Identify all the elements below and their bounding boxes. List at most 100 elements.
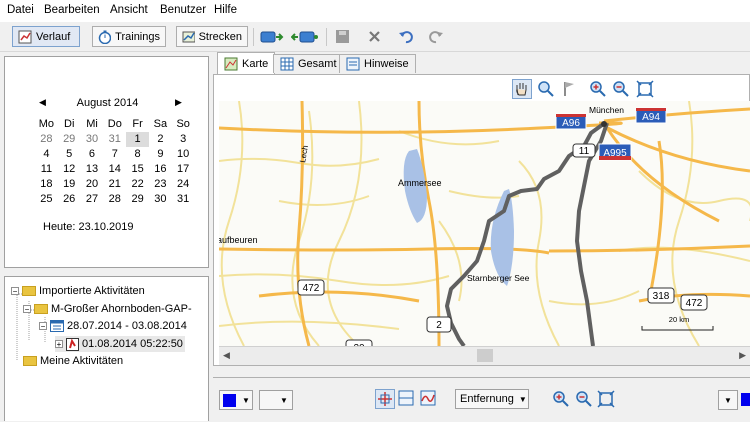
collapse-icon[interactable]: − (39, 322, 47, 331)
calendar-day[interactable]: 21 (103, 177, 126, 192)
calendar-today[interactable]: Heute: 23.10.2019 (43, 221, 134, 233)
scroll-left-arrow-icon[interactable]: ◀ (223, 350, 230, 361)
expand-icon[interactable]: + (55, 340, 63, 349)
scrollbar-thumb[interactable] (477, 349, 493, 362)
chevron-down-icon: ▼ (280, 395, 288, 405)
calendar-day[interactable]: 16 (149, 162, 172, 177)
label-munich: München (589, 105, 624, 115)
calendar-day[interactable]: 22 (126, 177, 149, 192)
next-month-arrow-icon[interactable]: ▶ (175, 97, 182, 108)
tab-gesamt-label: Gesamt (298, 58, 337, 70)
calendar-day[interactable]: 12 (58, 162, 81, 177)
calendar-day[interactable]: 27 (81, 192, 104, 207)
menu-ansicht[interactable]: Ansicht (110, 4, 148, 16)
tree-activity-row[interactable]: + 01.08.2014 05:22:50 (55, 336, 185, 352)
tab-hinweise[interactable]: Hinweise (339, 54, 416, 73)
calendar-day[interactable]: 13 (81, 162, 104, 177)
menu-benutzer[interactable]: Benutzer (160, 4, 206, 16)
calendar-day[interactable]: 17 (172, 162, 195, 177)
calendar-day[interactable]: 29 (126, 192, 149, 207)
calendar-day[interactable]: 7 (103, 147, 126, 162)
zoom-select-icon[interactable] (537, 80, 555, 98)
color-swatch-right[interactable] (741, 393, 750, 406)
chart-split-icon[interactable] (397, 389, 415, 407)
map-icon (224, 57, 238, 70)
scroll-right-arrow-icon[interactable]: ▶ (739, 350, 746, 361)
tab-gesamt[interactable]: Gesamt (273, 54, 344, 73)
chart-cursor-icon[interactable] (375, 389, 395, 409)
tree-folder-row[interactable]: − M-Großer Ahornboden-GAP- (23, 301, 192, 317)
calendar-day[interactable]: 28 (103, 192, 126, 207)
tree-activity-label: 01.08.2014 05:22:50 (82, 338, 183, 350)
trainings-button[interactable]: Trainings (92, 26, 166, 47)
calendar-day[interactable]: 14 (103, 162, 126, 177)
calendar-day[interactable]: 29 (58, 132, 81, 147)
pan-hand-icon[interactable] (512, 79, 532, 99)
calendar-week-row: 4 5 6 7 8 9 10 (35, 147, 195, 162)
calendar-day[interactable]: 10 (172, 147, 195, 162)
collapse-icon[interactable]: − (23, 305, 31, 314)
calendar-day[interactable]: 30 (149, 192, 172, 207)
map-svg: A96 A94 A995 11 472 472 318 2 Ammersee S… (219, 101, 750, 346)
fit-to-route-icon[interactable] (636, 80, 654, 98)
calendar-day[interactable]: 11 (35, 162, 58, 177)
tree-week-row[interactable]: − 28.07.2014 - 03.08.2014 (39, 318, 187, 334)
calendar-day[interactable]: 28 (35, 132, 58, 147)
calendar-day[interactable]: 5 (58, 147, 81, 162)
calendar-day[interactable]: 26 (58, 192, 81, 207)
calendar-day[interactable]: 3 (172, 132, 195, 147)
zoom-out-icon[interactable] (612, 80, 630, 98)
save-icon[interactable] (334, 28, 352, 45)
tab-karte[interactable]: Karte (217, 52, 276, 74)
calendar-day[interactable]: 20 (81, 177, 104, 192)
device-download-icon[interactable] (260, 28, 284, 45)
chart-zoom-in-icon[interactable] (552, 390, 570, 408)
measure-select[interactable]: Entfernung ▼ (455, 389, 529, 409)
calendar-day[interactable]: 1 (126, 132, 149, 147)
calendar-day[interactable]: 2 (149, 132, 172, 147)
calendar-day[interactable]: 6 (81, 147, 104, 162)
calendar-day[interactable]: 23 (149, 177, 172, 192)
strecken-button[interactable]: Strecken (176, 26, 248, 47)
autobahn-shield-a995: A995 (598, 143, 632, 161)
undo-icon[interactable] (397, 28, 415, 45)
chart-zoom-out-icon[interactable] (575, 390, 593, 408)
calendar-day[interactable]: 25 (35, 192, 58, 207)
shield-a995-label: A995 (603, 148, 627, 159)
calendar-day[interactable]: 30 (81, 132, 104, 147)
menu-datei[interactable]: Datei (7, 4, 34, 16)
color-picker-1[interactable]: ▼ (219, 390, 253, 410)
calendar-day[interactable]: 4 (35, 147, 58, 162)
right-select[interactable]: ▼ (718, 390, 738, 410)
trainings-label: Trainings (115, 30, 160, 43)
tree-root-row[interactable]: − Importierte Aktivitäten (11, 283, 145, 299)
calendar-day[interactable]: 31 (172, 192, 195, 207)
label-starnberger-see: Starnberger See (467, 273, 530, 283)
collapse-icon[interactable]: − (11, 287, 19, 296)
color-picker-2[interactable]: ▼ (259, 390, 293, 410)
chart-line-icon[interactable] (419, 389, 437, 407)
menu-bearbeiten[interactable]: Bearbeiten (44, 4, 100, 16)
calendar-day[interactable]: 24 (172, 177, 195, 192)
calendar-weekday: Do (107, 118, 122, 130)
calendar-day[interactable]: 15 (126, 162, 149, 177)
tree-other-row[interactable]: Meine Aktivitäten (23, 353, 123, 369)
calendar-day[interactable]: 31 (103, 132, 126, 147)
calendar-day[interactable]: 8 (126, 147, 149, 162)
device-upload-icon[interactable] (291, 28, 319, 45)
scale-label: 20 km (669, 315, 689, 324)
zoom-in-icon[interactable] (589, 80, 607, 98)
map-canvas[interactable]: A96 A94 A995 11 472 472 318 2 Ammersee S… (219, 101, 750, 346)
chevron-down-icon: ▼ (724, 395, 732, 405)
calendar-day[interactable]: 9 (149, 147, 172, 162)
calendar-weekday-row: Mo Di Mi Do Fr Sa So (35, 117, 195, 132)
flag-icon[interactable] (561, 80, 579, 98)
redo-icon[interactable] (428, 28, 446, 45)
chart-fit-icon[interactable] (597, 390, 615, 408)
calendar-day[interactable]: 18 (35, 177, 58, 192)
menu-hilfe[interactable]: Hilfe (214, 4, 237, 16)
calendar-day[interactable]: 19 (58, 177, 81, 192)
map-horizontal-scrollbar[interactable]: ◀ ▶ (219, 346, 750, 365)
delete-icon[interactable] (366, 28, 384, 45)
verlauf-button[interactable]: Verlauf (12, 26, 80, 47)
